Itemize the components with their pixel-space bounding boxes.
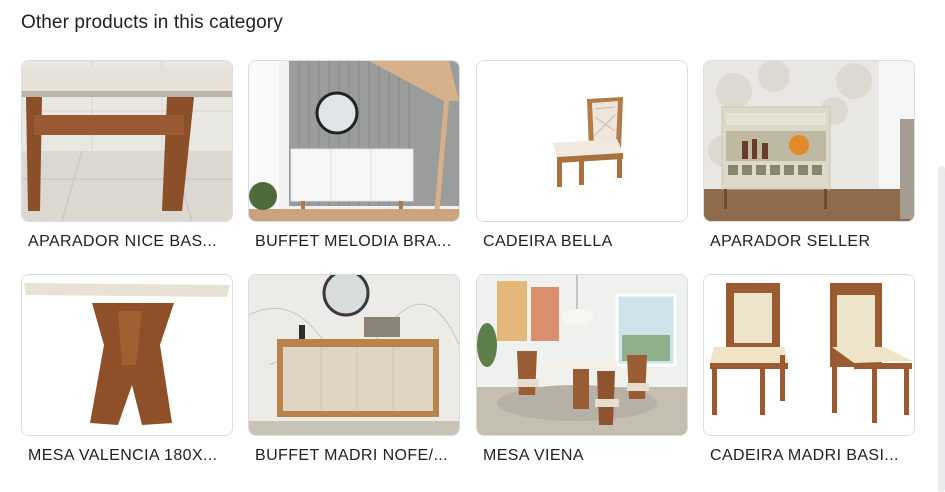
product-card[interactable]: CADEIRA BELLA	[476, 60, 688, 251]
product-name[interactable]: CADEIRA BELLA	[476, 233, 683, 251]
section-title: Other products in this category	[21, 12, 283, 33]
product-thumbnail[interactable]	[476, 60, 688, 222]
dining-table-image	[22, 275, 232, 435]
product-name[interactable]: MESA VIENA	[476, 447, 683, 465]
product-card[interactable]: MESA VALENCIA 180X...	[21, 274, 233, 465]
bar-cabinet-image	[704, 61, 914, 221]
product-card[interactable]: BUFFET MELODIA BRA...	[248, 60, 460, 251]
product-thumbnail[interactable]	[21, 274, 233, 436]
product-card[interactable]: APARADOR NICE BAS...	[21, 60, 233, 251]
scrollbar[interactable]	[938, 166, 945, 492]
product-thumbnail[interactable]	[21, 60, 233, 222]
product-name[interactable]: CADEIRA MADRI BASI...	[703, 447, 910, 465]
two-chairs-image	[704, 275, 914, 435]
product-thumbnail[interactable]	[476, 274, 688, 436]
chair-image	[477, 61, 687, 221]
buffet-image	[249, 275, 459, 435]
buffet-room-image	[249, 61, 459, 221]
product-name[interactable]: BUFFET MADRI NOFE/...	[248, 447, 455, 465]
product-card[interactable]: CADEIRA MADRI BASI...	[703, 274, 915, 465]
dining-room-image	[477, 275, 687, 435]
product-name[interactable]: APARADOR SELLER	[703, 233, 910, 251]
product-thumbnail[interactable]	[248, 60, 460, 222]
product-name[interactable]: BUFFET MELODIA BRA...	[248, 233, 455, 251]
product-thumbnail[interactable]	[703, 274, 915, 436]
sideboard-table-image	[22, 61, 232, 221]
product-card[interactable]: BUFFET MADRI NOFE/...	[248, 274, 460, 465]
product-name[interactable]: MESA VALENCIA 180X...	[21, 447, 228, 465]
product-name[interactable]: APARADOR NICE BAS...	[21, 233, 228, 251]
product-thumbnail[interactable]	[703, 60, 915, 222]
product-card[interactable]: APARADOR SELLER	[703, 60, 915, 251]
product-card[interactable]: MESA VIENA	[476, 274, 688, 465]
product-thumbnail[interactable]	[248, 274, 460, 436]
